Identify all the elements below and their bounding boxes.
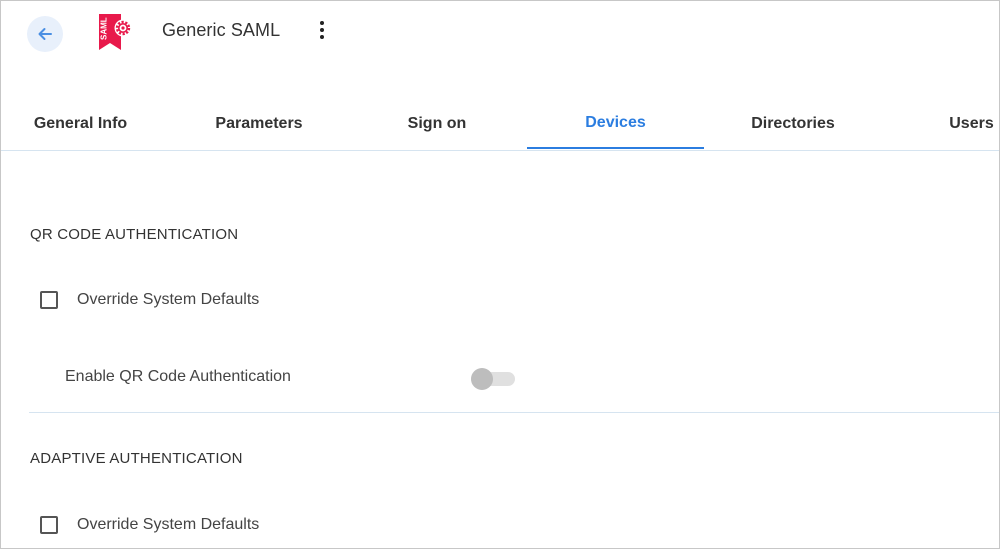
qr-override-row[interactable]: Override System Defaults — [40, 291, 259, 309]
logo-text: SAML — [100, 17, 109, 40]
adaptive-override-checkbox[interactable] — [40, 516, 58, 534]
qr-enable-toggle[interactable] — [471, 368, 515, 390]
adaptive-section-title: ADAPTIVE AUTHENTICATION — [30, 450, 243, 467]
app-title: Generic SAML — [162, 20, 281, 40]
back-button[interactable] — [27, 16, 63, 52]
qr-override-label: Override System Defaults — [77, 291, 260, 308]
toggle-knob — [471, 368, 493, 390]
qr-override-checkbox[interactable] — [40, 291, 58, 309]
saml-app-logo: SAML — [99, 14, 132, 50]
tab-users[interactable]: Users — [929, 99, 999, 149]
tab-sign-on[interactable]: Sign on — [348, 99, 526, 149]
section-divider — [29, 412, 999, 413]
qr-section-title: QR CODE AUTHENTICATION — [30, 226, 239, 243]
tab-devices[interactable]: Devices — [527, 99, 704, 149]
gear-icon — [114, 19, 132, 37]
tab-bar: General Info Parameters Sign on Devices … — [1, 99, 999, 151]
adaptive-override-row[interactable]: Override System Defaults — [40, 516, 259, 534]
qr-enable-label: Enable QR Code Authentication — [65, 368, 291, 385]
arrow-left-icon — [38, 28, 52, 40]
adaptive-override-label: Override System Defaults — [77, 516, 260, 533]
more-vertical-icon — [320, 21, 324, 25]
app-window: SAML Generic SAML General Info Parameter… — [0, 0, 1000, 549]
tab-directories[interactable]: Directories — [704, 99, 882, 149]
more-options-button[interactable] — [311, 18, 333, 42]
tab-general-info[interactable]: General Info — [1, 99, 160, 149]
tab-parameters[interactable]: Parameters — [170, 99, 348, 149]
